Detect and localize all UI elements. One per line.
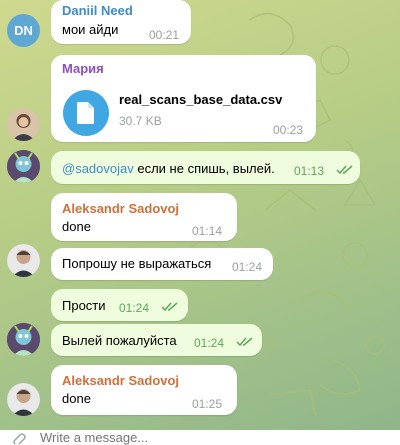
read-checkmarks-icon — [161, 302, 178, 312]
message-bubble[interactable]: Мария real_scans_base_data.csv 30.7 KB 0… — [51, 55, 316, 142]
read-checkmarks-icon — [236, 337, 253, 347]
file-name[interactable]: real_scans_base_data.csv — [119, 92, 282, 107]
paperclip-icon[interactable] — [12, 433, 26, 445]
message-text: done — [62, 219, 91, 234]
message-text: @sadovojav если не спишь, вылей. — [62, 161, 275, 176]
avatar-photo-icon — [7, 108, 40, 141]
avatar-photo-icon — [7, 383, 40, 416]
message-time: 00:21 — [149, 28, 180, 42]
message-input[interactable] — [40, 430, 340, 445]
avatar-photo-icon — [7, 323, 40, 356]
message-text-rest: если не спишь, вылей. — [133, 161, 275, 176]
avatar[interactable] — [7, 383, 40, 416]
message-composer — [0, 430, 400, 445]
message-bubble[interactable]: Aleksandr Sadovoj done 01:25 — [51, 365, 237, 415]
message-bubble[interactable]: Попрошу не выражаться 01:24 — [51, 248, 273, 280]
sender-name[interactable]: Aleksandr Sadovoj — [62, 201, 179, 216]
avatar[interactable] — [7, 244, 40, 277]
file-download-button[interactable] — [63, 90, 109, 136]
sender-name[interactable]: Aleksandr Sadovoj — [62, 373, 179, 388]
message-text: done — [62, 391, 91, 406]
message-bubble[interactable]: Aleksandr Sadovoj done 01:14 — [51, 193, 237, 241]
message-bubble-outgoing[interactable]: @sadovojav если не спишь, вылей. 01:13 — [51, 151, 360, 184]
mention-link[interactable]: @sadovojav — [62, 161, 134, 176]
message-bubble-outgoing[interactable]: Прости 01:24 — [51, 289, 188, 321]
message-bubble[interactable]: Daniil Need мои айди 00:21 — [51, 0, 191, 44]
message-time: 01:24 — [194, 336, 225, 350]
message-time: 01:24 — [119, 301, 150, 315]
message-time: 01:24 — [232, 260, 263, 274]
avatar[interactable]: DN — [7, 14, 40, 47]
file-size: 30.7 KB — [119, 114, 162, 128]
sender-name[interactable]: Мария — [62, 61, 104, 76]
document-icon — [77, 102, 94, 124]
message-text: Прости — [62, 298, 106, 313]
avatar-photo-icon — [7, 244, 40, 277]
message-time: 01:25 — [192, 397, 223, 411]
message-text: Вылей пожалуйста — [62, 333, 177, 348]
message-time: 00:23 — [273, 123, 304, 137]
message-time: 01:13 — [294, 164, 325, 178]
read-checkmarks-icon — [336, 165, 353, 175]
message-text: мои айди — [62, 22, 119, 37]
message-bubble-outgoing[interactable]: Вылей пожалуйста 01:24 — [51, 324, 262, 356]
avatar[interactable] — [7, 150, 40, 183]
message-text: Попрошу не выражаться — [62, 256, 212, 271]
avatar-photo-icon — [7, 150, 40, 183]
sender-name[interactable]: Daniil Need — [62, 3, 133, 18]
avatar[interactable] — [7, 323, 40, 356]
avatar[interactable] — [7, 108, 40, 141]
avatar-initials: DN — [14, 23, 33, 38]
message-time: 01:14 — [192, 224, 223, 238]
